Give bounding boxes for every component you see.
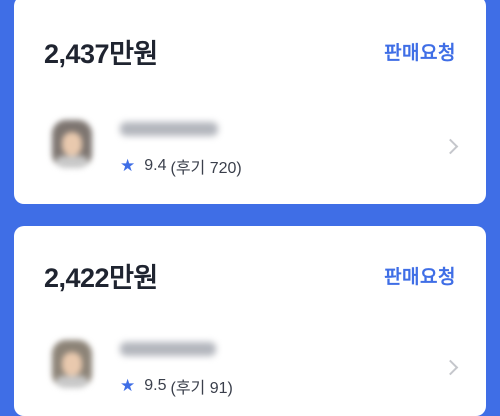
offer-card[interactable]: 2,437만원 판매요청 ★ 9.4 (후기 720) bbox=[14, 0, 486, 204]
star-icon: ★ bbox=[120, 376, 136, 395]
dealer-name-blurred bbox=[120, 342, 216, 356]
sell-request-button[interactable]: 판매요청 bbox=[384, 262, 456, 289]
dealer-rating: ★ 9.5 (후기 91) bbox=[120, 374, 233, 398]
review-count: (후기 720) bbox=[170, 160, 242, 177]
star-icon: ★ bbox=[120, 156, 136, 175]
review-count: (후기 91) bbox=[170, 380, 233, 397]
chevron-right-icon[interactable] bbox=[442, 359, 459, 376]
rating-value: 9.4 bbox=[144, 157, 167, 174]
chevron-right-icon[interactable] bbox=[442, 138, 459, 155]
sell-request-button[interactable]: 판매요청 bbox=[384, 38, 456, 65]
offer-price: 2,437만원 bbox=[44, 39, 158, 69]
rating-value: 9.5 bbox=[144, 377, 167, 394]
offer-card[interactable]: 2,422만원 판매요청 ★ 9.5 (후기 91) bbox=[14, 226, 486, 416]
dealer-rating: ★ 9.4 (후기 720) bbox=[120, 154, 242, 178]
offer-price: 2,422만원 bbox=[44, 263, 158, 293]
dealer-avatar bbox=[52, 120, 92, 168]
dealer-name-blurred bbox=[120, 122, 218, 136]
dealer-avatar bbox=[52, 340, 92, 388]
